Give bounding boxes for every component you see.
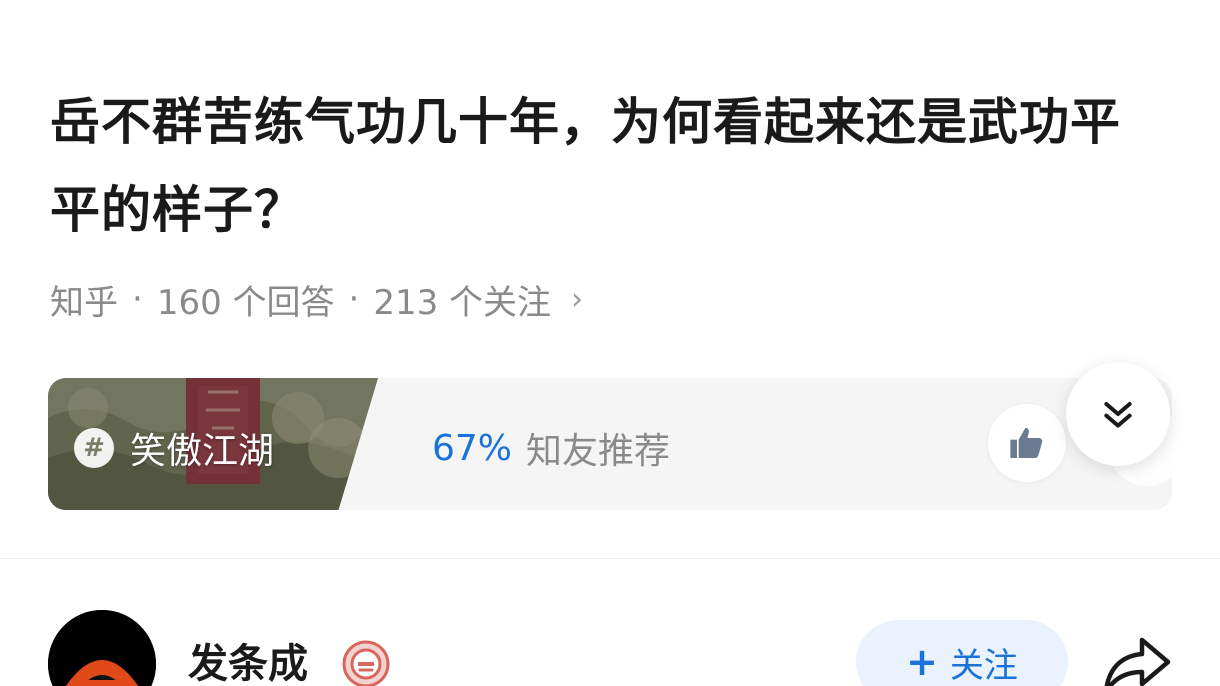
question-meta[interactable]: 知乎 · 160 个回答 · 213 个关注 › (50, 276, 584, 323)
meta-separator: · (348, 279, 360, 319)
recommend-rate: 67% 知友推荐 (432, 422, 670, 474)
topic-tag[interactable]: # 笑傲江湖 (74, 422, 274, 474)
thumbs-up-icon (1010, 428, 1043, 458)
hashtag-icon: # (74, 428, 114, 468)
followers-count: 213 个关注 (373, 282, 552, 323)
share-button[interactable] (1100, 634, 1174, 686)
answers-count: 160 个回答 (156, 282, 335, 323)
follow-label: 关注 (949, 645, 1018, 686)
plus-icon: + (906, 640, 938, 684)
expand-button[interactable] (1066, 362, 1170, 466)
question-title[interactable]: 岳不群苦练气功几十年，为何看起来还是武功平平的样子？ (50, 78, 1170, 254)
share-arrow-icon (1104, 637, 1171, 686)
follow-button[interactable]: + 关注 (856, 620, 1068, 686)
recommend-percent: 67% (432, 427, 513, 469)
thumbs-up-button[interactable] (988, 404, 1066, 482)
topic-card[interactable]: # 笑傲江湖 67% 知友推荐 (48, 378, 1172, 510)
clockwork-orange-avatar (48, 610, 156, 686)
meta-separator: · (132, 279, 143, 319)
recommend-label: 知友推荐 (526, 431, 671, 472)
author-name[interactable]: 发条成 (188, 638, 308, 686)
section-divider (0, 558, 1220, 559)
chevron-right-icon: › (571, 281, 584, 317)
source-label: 知乎 (50, 282, 118, 323)
zhihu-question-page: 岳不群苦练气功几十年，为何看起来还是武功平平的样子？ 知乎 · 160 个回答 … (0, 0, 1220, 686)
author-avatar[interactable] (48, 610, 156, 686)
medal-badge-icon (342, 640, 390, 686)
double-chevron-down-icon (1104, 402, 1132, 428)
topic-name: 笑傲江湖 (130, 431, 275, 472)
